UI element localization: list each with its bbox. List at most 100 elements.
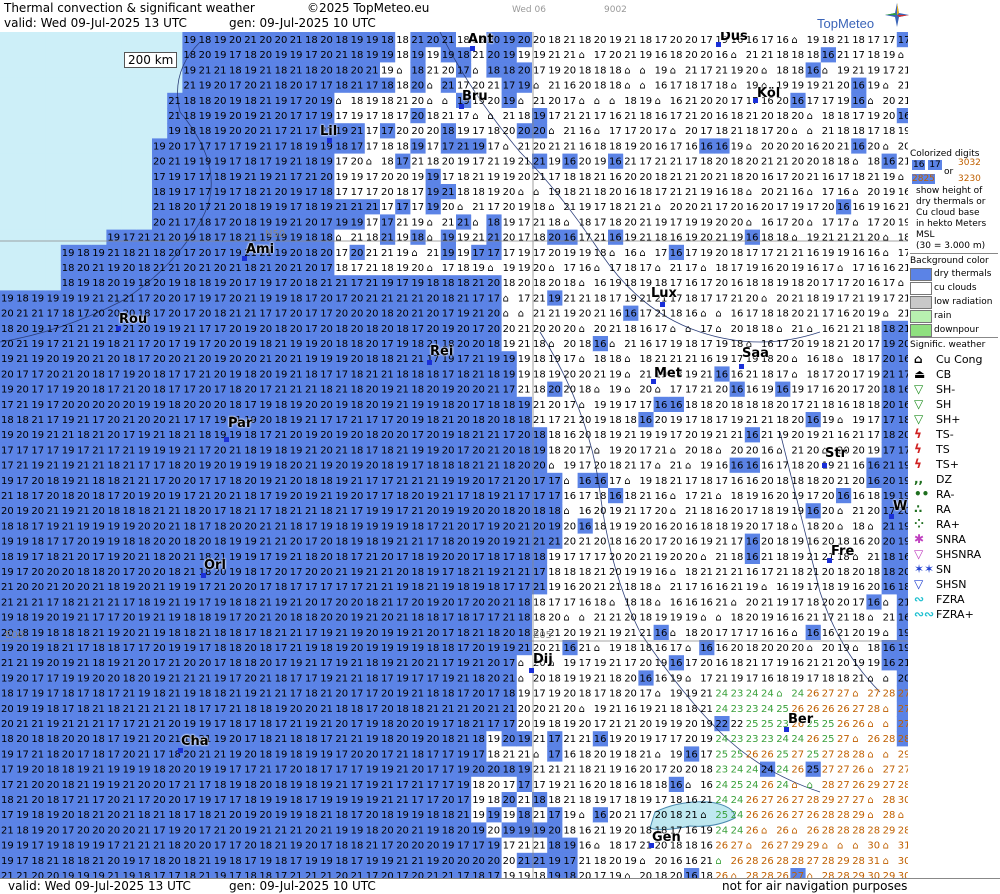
thermal-digit: 21 xyxy=(351,81,364,92)
thermal-digit: 17 xyxy=(107,369,120,380)
thermal-digit: 21 xyxy=(290,871,303,878)
thermal-digit: 17 xyxy=(366,141,379,152)
thermal-digit: 18 xyxy=(107,582,120,593)
thermal-digit: 21 xyxy=(290,825,303,836)
thermal-digit: 18 xyxy=(381,719,394,730)
thermal-digit: 17 xyxy=(1,445,14,456)
thermal-digit: 20 xyxy=(199,506,212,517)
thermal-digit: 21 xyxy=(305,461,318,472)
thermal-digit: 20 xyxy=(168,293,181,304)
thermal-digit: 21 xyxy=(472,658,485,669)
thermal-digit: 19 xyxy=(214,765,227,776)
thermal-digit: 21 xyxy=(1,871,14,878)
thermal-digit: 21 xyxy=(396,856,409,867)
thermal-digit: 19 xyxy=(229,749,242,760)
thermal-digit: 17 xyxy=(77,445,90,456)
thermal-digit: 18 xyxy=(411,339,424,350)
thermal-digit: 18 xyxy=(275,461,288,472)
thermal-digit: 17 xyxy=(335,157,348,168)
thermal-digit: 17 xyxy=(275,278,288,289)
thermal-digit: 19 xyxy=(77,293,90,304)
thermal-digit: 19 xyxy=(47,293,60,304)
thermal-digit: 21 xyxy=(351,658,364,669)
map-cell xyxy=(76,77,92,94)
thermal-digit: 21 xyxy=(396,385,409,396)
thermal-digit: 18 xyxy=(381,157,394,168)
thermal-digit: 18 xyxy=(107,704,120,715)
thermal-digit: 19 xyxy=(92,871,105,878)
map-cell xyxy=(30,153,47,170)
thermal-digit: 19 xyxy=(457,765,470,776)
thermal-digit: 18 xyxy=(351,445,364,456)
map-cell xyxy=(45,244,62,261)
thermal-digit: 21 xyxy=(183,81,196,92)
thermal-digit: 17 xyxy=(214,506,227,517)
thermal-digit: 17 xyxy=(457,491,470,502)
thermal-digit: 21 xyxy=(259,263,272,274)
thermal-digit: 20 xyxy=(77,552,90,563)
cu-cong-icon: ⌂ xyxy=(335,233,341,244)
thermal-digit: 21 xyxy=(366,65,379,76)
thermal-digit: 21 xyxy=(47,506,60,517)
thermal-digit: 21 xyxy=(92,704,105,715)
thermal-digit: 17 xyxy=(229,157,242,168)
thermal-digit: 20 xyxy=(214,369,227,380)
thermal-digit: 19 xyxy=(290,187,303,198)
thermal-digit: 17 xyxy=(411,430,424,441)
thermal-digit: 20 xyxy=(153,217,166,228)
thermal-digit: 20 xyxy=(259,780,272,791)
thermal-digit: 18 xyxy=(381,141,394,152)
map-cell xyxy=(30,138,47,155)
map-cell xyxy=(30,260,47,276)
thermal-digit: 17 xyxy=(107,719,120,730)
thermal-digit: 17 xyxy=(442,369,455,380)
thermal-digit: 21 xyxy=(77,415,90,426)
thermal-digit: 19 xyxy=(457,126,470,137)
thermal-digit: 18 xyxy=(244,96,257,107)
thermal-digit: 20 xyxy=(138,582,151,593)
thermal-digit: 17 xyxy=(123,233,136,244)
thermal-digit: 18 xyxy=(427,613,440,624)
forecast-map[interactable]: 19 20 18 20 19 20 19 17 18 19 17 17 19 21 20 18 19 18 19 21… xyxy=(0,32,908,878)
thermal-digit: 21 xyxy=(138,628,151,639)
thermal-digit: 19 xyxy=(442,324,455,335)
thermal-digit: 18 xyxy=(305,476,318,487)
thermal-digit: 17 xyxy=(472,613,485,624)
thermal-digit: 21 xyxy=(427,658,440,669)
thermal-digit: 20 xyxy=(16,582,29,593)
thermal-digit: 17 xyxy=(305,628,318,639)
thermal-digit: 19 xyxy=(290,780,303,791)
thermal-digit: 21 xyxy=(92,810,105,821)
thermal-digit: 19 xyxy=(396,643,409,654)
thermal-digit: 21 xyxy=(411,628,424,639)
thermal-digit: 21 xyxy=(168,689,181,700)
thermal-digit: 21 xyxy=(1,491,14,502)
thermal-digit: 19 xyxy=(214,157,227,168)
thermal-digit: 17 xyxy=(335,369,348,380)
thermal-digit: 21 xyxy=(62,324,75,335)
thermal-digit: 20 xyxy=(229,35,242,46)
thermal-digit: 18 xyxy=(320,643,333,654)
thermal-digit: 20 xyxy=(275,111,288,122)
thermal-digit: 21 xyxy=(442,521,455,532)
thermal-digit: 17 xyxy=(183,293,196,304)
map-cell xyxy=(136,92,153,109)
thermal-digit: 19 xyxy=(31,461,44,472)
thermal-digit: 17 xyxy=(168,385,181,396)
map-cell xyxy=(15,108,31,124)
thermal-digit: 21 xyxy=(259,126,272,137)
thermal-digit: 19 xyxy=(351,461,364,472)
thermal-digit: 18 xyxy=(335,521,348,532)
thermal-digit: 19 xyxy=(427,400,440,411)
thermal-digit: 17 xyxy=(457,597,470,608)
thermal-digit: 18 xyxy=(47,795,60,806)
thermal-digit: 21 xyxy=(396,217,409,228)
thermal-digit: 17 xyxy=(107,385,120,396)
thermal-digit: 20 xyxy=(442,856,455,867)
thermal-digit: 21 xyxy=(92,324,105,335)
thermal-digit: 19 xyxy=(335,172,348,183)
thermal-digit: 17 xyxy=(123,643,136,654)
thermal-digit: 19 xyxy=(427,856,440,867)
thermal-digit: 17 xyxy=(305,126,318,137)
thermal-digit: 17 xyxy=(396,111,409,122)
